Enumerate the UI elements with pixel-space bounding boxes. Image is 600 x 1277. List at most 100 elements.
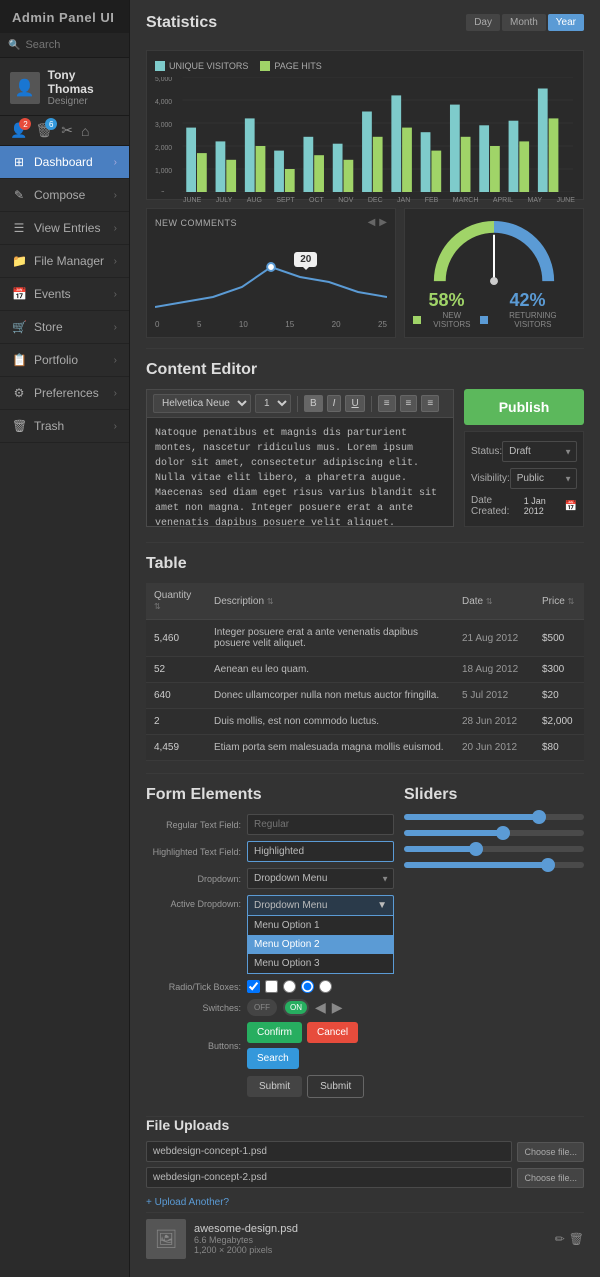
user-icon-trash[interactable]: 🗑 6 (35, 122, 53, 139)
dropdown-option-3[interactable]: Menu Option 3 (248, 954, 393, 973)
upload-another-btn[interactable]: + Upload Another? (146, 1193, 584, 1212)
search-button[interactable]: Search (247, 1048, 299, 1069)
search-bar[interactable]: 🔍 (0, 33, 129, 58)
cell-desc: Etiam porta sem malesuada magna mollis e… (206, 735, 454, 761)
regular-text-input[interactable] (247, 814, 394, 835)
sidebar-item-events[interactable]: 📅 Events › (0, 278, 129, 311)
active-dropdown-label: Active Dropdown: (146, 895, 241, 909)
time-btn-year[interactable]: Year (548, 14, 584, 31)
sidebar-item-preferences[interactable]: ⚙ Preferences › (0, 377, 129, 410)
gauge-dot-green (413, 316, 421, 324)
choose-file-btn-1[interactable]: Choose file... (517, 1142, 584, 1162)
user-icon-bookmark[interactable]: ⌂ (81, 123, 89, 139)
nav-label-files: File Manager (34, 254, 104, 268)
submit-outline-button[interactable]: Submit (307, 1075, 364, 1098)
chevron-icon: › (114, 157, 117, 168)
switch-on-label: ON (285, 1001, 307, 1014)
nav-label-portfolio: Portfolio (34, 353, 78, 367)
file-actions: ✏ 🗑 (555, 1232, 584, 1246)
cancel-button[interactable]: Cancel (307, 1022, 358, 1043)
nav-label-dashboard: Dashboard (34, 155, 93, 169)
file-delete-btn[interactable]: 🗑 (569, 1232, 584, 1246)
switch-group: OFF ON ◀ ▶ (247, 999, 343, 1016)
date-created-label: Date Created: (471, 495, 524, 517)
bold-button[interactable]: B (304, 395, 323, 412)
switches-label: Switches: (146, 1003, 241, 1013)
time-btn-month[interactable]: Month (502, 14, 546, 31)
choose-file-btn-2[interactable]: Choose file... (517, 1168, 584, 1188)
sidebar-item-compose[interactable]: ✎ Compose › (0, 179, 129, 212)
col-qty[interactable]: Quantity ⇅ (146, 583, 206, 620)
gauge-svg (429, 217, 559, 286)
calendar-icon[interactable]: 📅 (565, 501, 577, 512)
chevron-icon-3: › (114, 223, 117, 234)
arrow-right-btn[interactable]: ▶ (379, 217, 387, 228)
sidebar-item-trash[interactable]: 🗑 Trash › (0, 410, 129, 443)
col-desc[interactable]: Description ⇅ (206, 583, 454, 620)
prefs-icon: ⚙ (12, 386, 26, 400)
active-dropdown-header[interactable]: Dropdown Menu ▼ (247, 895, 394, 916)
align-left-button[interactable]: ≡ (378, 395, 396, 412)
radio-3[interactable] (319, 980, 332, 993)
col-price[interactable]: Price ⇅ (534, 583, 584, 620)
col-date[interactable]: Date ⇅ (454, 583, 534, 620)
sidebar-item-file-manager[interactable]: 📁 File Manager › (0, 245, 129, 278)
slider-thumb-4[interactable] (541, 858, 555, 872)
sidebar-item-dashboard[interactable]: ⊞ Dashboard › (0, 146, 129, 179)
slider-2 (404, 830, 584, 836)
underline-button[interactable]: U (345, 395, 364, 412)
dropdown-options-list: Menu Option 1 Menu Option 2 Menu Option … (247, 916, 394, 974)
sidebar-item-portfolio[interactable]: 📋 Portfolio › (0, 344, 129, 377)
status-select[interactable]: Draft (502, 441, 577, 462)
dropdown-option-1[interactable]: Menu Option 1 (248, 916, 393, 935)
dropdown-select[interactable]: Dropdown Menu (247, 868, 394, 889)
slider-thumb-3[interactable] (469, 842, 483, 856)
file-size: 6.6 Megabytes (194, 1235, 547, 1245)
sidebar-item-view-entries[interactable]: ☰ View Entries › (0, 212, 129, 245)
time-btn-day[interactable]: Day (466, 14, 500, 31)
radio-1[interactable] (283, 980, 296, 993)
file-edit-btn[interactable]: ✏ (555, 1232, 565, 1246)
file-input-2[interactable] (146, 1167, 512, 1188)
chevron-icon-9: › (114, 421, 117, 432)
user-icon-settings[interactable]: ✂ (61, 122, 73, 139)
switch-arrow-right[interactable]: ▶ (332, 999, 343, 1016)
editor-textarea[interactable] (146, 417, 454, 527)
align-center-button[interactable]: ≡ (400, 395, 418, 412)
toolbar-sep-1 (297, 396, 298, 412)
status-label: Status: (471, 446, 502, 457)
highlighted-text-input[interactable] (247, 841, 394, 862)
switch-arrow-left[interactable]: ◀ (315, 999, 326, 1016)
checkbox-1[interactable] (247, 980, 260, 993)
radio-2[interactable] (301, 980, 314, 993)
switch-2[interactable]: ON (283, 999, 309, 1016)
radio-label: Radio/Tick Boxes: (146, 982, 241, 992)
arrow-left-btn[interactable]: ◀ (368, 217, 376, 228)
visibility-select[interactable]: Public (510, 468, 577, 489)
submit-dark-button[interactable]: Submit (247, 1076, 302, 1097)
date-created-value: 1 Jan 2012 (524, 496, 562, 516)
slider-thumb-1[interactable] (532, 810, 546, 824)
cell-date: 18 Aug 2012 (454, 657, 534, 683)
italic-button[interactable]: I (327, 395, 342, 412)
checkbox-2[interactable] (265, 980, 278, 993)
cell-qty: 52 (146, 657, 206, 683)
switch-1[interactable]: OFF (247, 999, 277, 1016)
cell-qty: 2 (146, 709, 206, 735)
user-icon-bell[interactable]: 👤 2 (10, 122, 27, 139)
compose-icon: ✎ (12, 188, 26, 202)
align-right-button[interactable]: ≡ (421, 395, 439, 412)
confirm-button[interactable]: Confirm (247, 1022, 302, 1043)
slider-thumb-2[interactable] (496, 826, 510, 840)
dropdown-label: Dropdown: (146, 874, 241, 884)
search-input[interactable] (25, 39, 121, 51)
sidebar-item-store[interactable]: 🛒 Store › (0, 311, 129, 344)
cell-date: 21 Aug 2012 (454, 620, 534, 657)
dropdown-option-2[interactable]: Menu Option 2 (248, 935, 393, 954)
file-input-1[interactable] (146, 1141, 512, 1162)
font-family-select[interactable]: Helvetica Neue (153, 394, 251, 413)
publish-button[interactable]: Publish (464, 389, 584, 425)
editor-toolbar: Helvetica Neue 12 B I U ≡ ≡ ≡ (146, 389, 454, 417)
file-info: awesome-design.psd 6.6 Megabytes 1,200 ×… (194, 1223, 547, 1255)
font-size-select[interactable]: 12 (255, 394, 291, 413)
